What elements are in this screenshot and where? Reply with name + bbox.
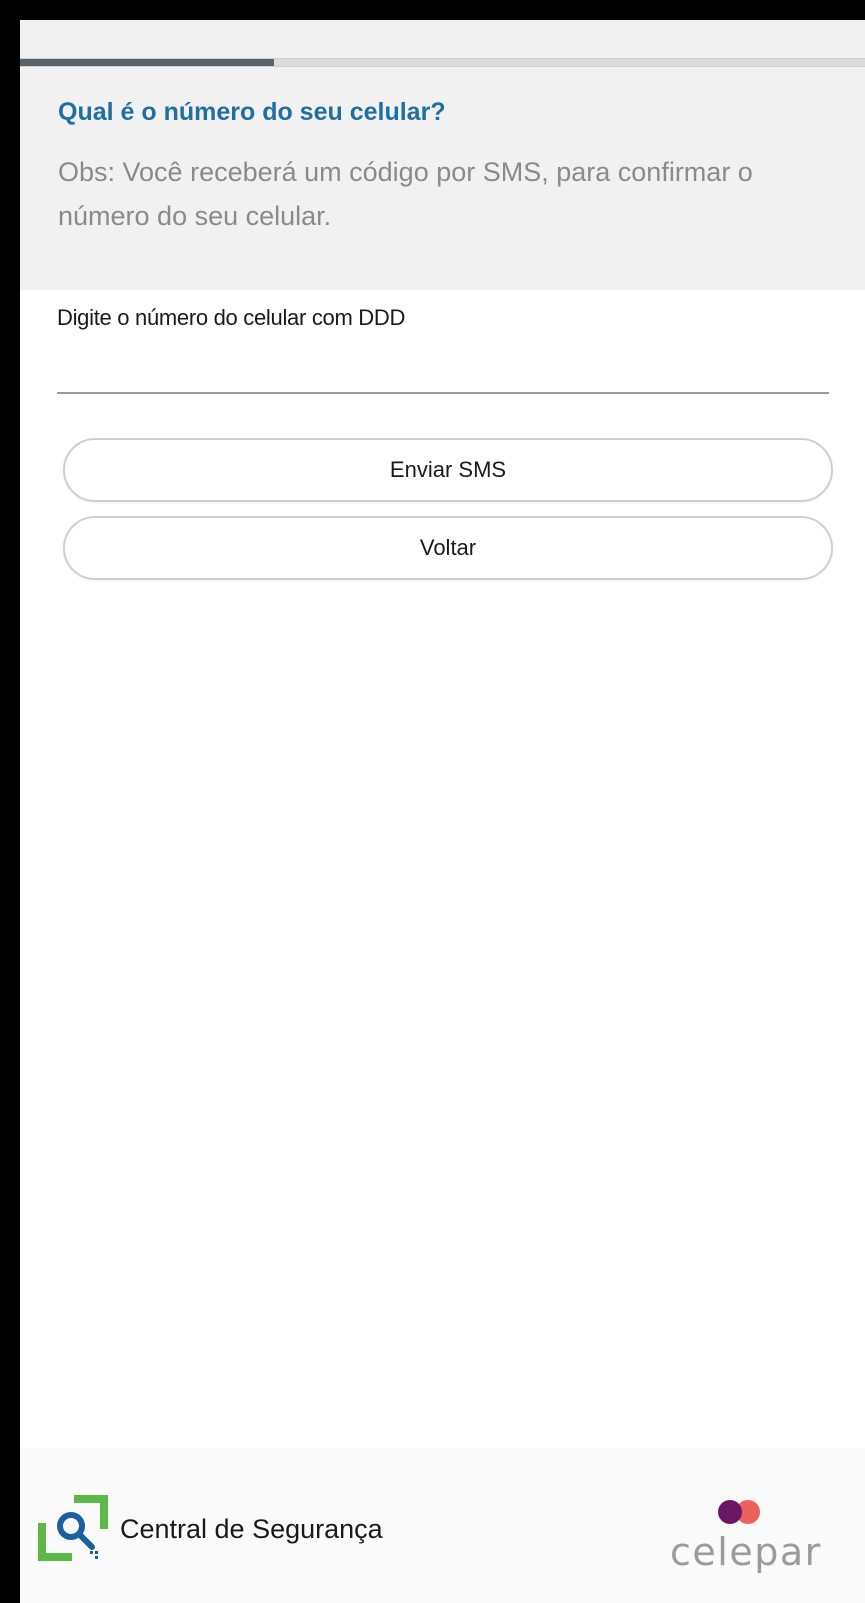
progress-fill	[20, 59, 274, 66]
sms-note: Obs: Você receberá um código por SMS, pa…	[58, 157, 753, 231]
app-name: Central de Segurança	[120, 1514, 383, 1544]
app-screen: Qual é o número do seu celular? Obs: Voc…	[20, 20, 865, 1603]
two-dots-icon	[718, 1500, 760, 1524]
phone-field-label: Digite o número do celular com DDD	[57, 305, 406, 330]
phone-input[interactable]	[57, 350, 829, 394]
brand-logo: celepar	[670, 1530, 822, 1574]
footer: Central de Segurança celepar	[20, 1448, 865, 1603]
progress-bar	[20, 58, 865, 67]
send-sms-button[interactable]: Enviar SMS	[63, 438, 833, 502]
device-frame: Qual é o número do seu celular? Obs: Voc…	[10, 10, 865, 1603]
question-header: Qual é o número do seu celular? Obs: Voc…	[20, 20, 865, 290]
page-title: Qual é o número do seu celular?	[58, 98, 446, 126]
magnifier-key-icon	[38, 1495, 108, 1561]
back-button[interactable]: Voltar	[63, 516, 833, 580]
